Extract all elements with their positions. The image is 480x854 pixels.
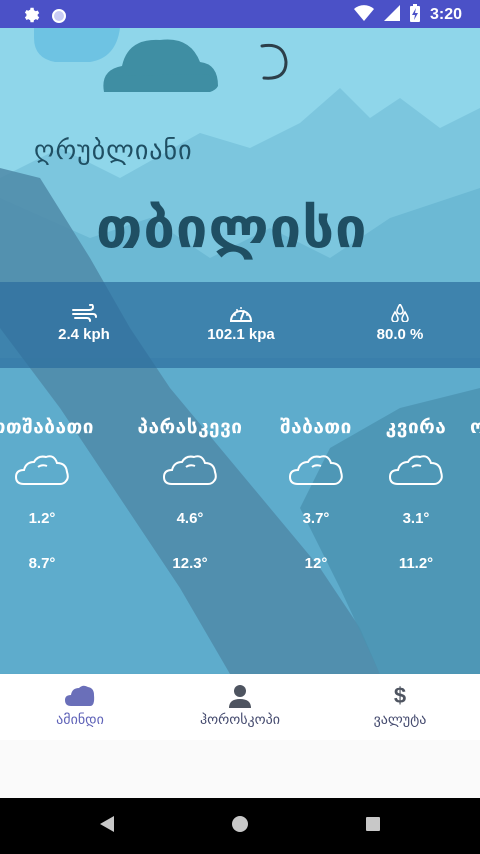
forecast-min-temp: 4.6°	[176, 510, 204, 527]
forecast-max-temp: 11.2°	[398, 555, 434, 572]
signal-icon	[383, 5, 400, 25]
cloud-icon	[288, 455, 343, 485]
forecast-day-partial: ო	[470, 416, 480, 438]
wifi-icon	[353, 5, 374, 25]
city-name: თბილისი	[96, 196, 368, 261]
battery-charging-icon	[409, 4, 420, 26]
forecast-day-name: პარასკევი	[137, 416, 243, 438]
back-icon[interactable]	[98, 814, 116, 834]
forecast-min-temp: 1.2°	[28, 510, 56, 527]
forecast-day: ოთშაბათი 1.2° 8.7°	[0, 416, 106, 572]
droplets-icon	[391, 304, 409, 322]
nav-item-weather[interactable]: ამინდი	[0, 674, 160, 740]
forecast-day-name: შაბათი	[280, 416, 352, 438]
bottom-navigation: ამინდი ჰოროსკოპი $ ვალუტა	[0, 674, 480, 740]
system-navigation-bar	[0, 798, 480, 854]
weather-panel: ღრუბლიანი თბილისი 2.4 kph 102.1 kpa 80.0…	[0, 28, 480, 674]
humidity-value: 80.0 %	[376, 326, 424, 343]
forecast-day: პარასკევი 4.6° 12.3°	[126, 416, 254, 572]
nav-item-currency[interactable]: $ ვალუტა	[320, 674, 480, 740]
dollar-icon: $	[393, 683, 407, 708]
nav-item-label: ვალუტა	[373, 712, 427, 728]
wind-value: 2.4 kph	[58, 326, 110, 343]
pressure-value: 102.1 kpa	[207, 326, 275, 343]
nav-item-label: ჰოროსკოპი	[199, 712, 281, 728]
moon-icon	[260, 43, 288, 80]
home-icon[interactable]	[230, 814, 250, 834]
gauge-icon	[229, 307, 253, 322]
forecast-max-temp: 12°	[304, 555, 328, 572]
forecast-day: კვირა 3.1° 11.2°	[372, 416, 460, 572]
cloud-icon	[162, 455, 217, 485]
humidity-stat: 80.0 %	[330, 282, 470, 368]
status-bar: 3:20	[0, 0, 480, 28]
weather-condition: ღრუბლიანი	[34, 136, 193, 166]
wind-icon	[72, 304, 97, 322]
status-time: 3:20	[429, 6, 462, 23]
nav-item-horoscope[interactable]: ჰოროსკოპი	[160, 674, 320, 740]
forecast-min-temp: 3.1°	[402, 510, 430, 527]
circle-icon	[52, 9, 66, 23]
forecast-max-temp: 8.7°	[28, 555, 56, 572]
weather-stats: 2.4 kph 102.1 kpa 80.0 %	[0, 282, 480, 368]
cloud-icon	[65, 685, 95, 706]
person-icon	[229, 685, 251, 708]
forecast-day-name: კვირა	[385, 416, 447, 438]
gear-icon	[22, 5, 40, 27]
cloud-icon	[388, 455, 443, 485]
forecast-day-name: ო	[470, 416, 480, 438]
forecast-day-name: ოთშაბათი	[0, 416, 94, 438]
nav-item-label: ამინდი	[56, 712, 104, 728]
forecast-day: შაბათი 3.7° 12°	[268, 416, 364, 572]
cloud-icon	[14, 455, 69, 485]
content-area	[0, 740, 480, 798]
forecast-min-temp: 3.7°	[302, 510, 330, 527]
pressure-stat: 102.1 kpa	[171, 282, 311, 368]
wind-stat: 2.4 kph	[14, 282, 154, 368]
forecast-max-temp: 12.3°	[172, 555, 208, 572]
recents-icon[interactable]	[364, 814, 382, 834]
